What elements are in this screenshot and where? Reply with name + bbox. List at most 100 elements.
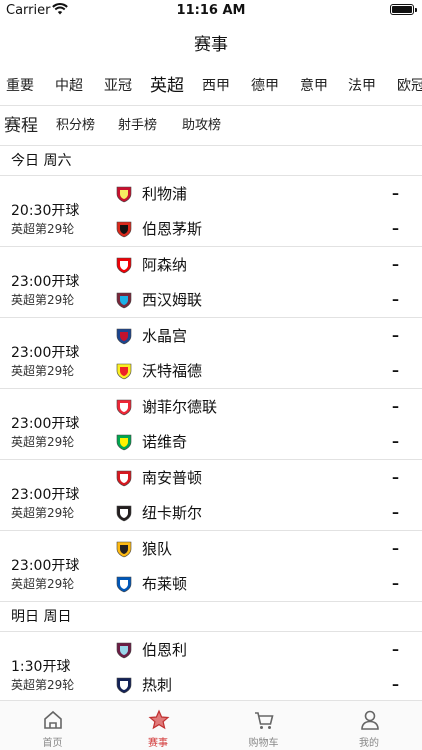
home-team[interactable]: 水晶宫 – <box>115 325 405 347</box>
kickoff-time: 1:30开球 <box>11 659 71 675</box>
tab-profile[interactable]: 我的 <box>317 701 422 750</box>
league-tab-4[interactable]: 西甲 <box>202 66 230 105</box>
league-tab-bar: 重要中超亚冠英超西甲德甲意甲法甲欧冠 <box>0 66 422 106</box>
league-tab-1[interactable]: 中超 <box>55 66 83 105</box>
sub-tab-1[interactable]: 积分榜 <box>56 106 95 146</box>
home-team-name: 谢菲尔德联 <box>142 398 218 416</box>
away-team-name: 伯恩茅斯 <box>142 220 203 238</box>
match-round: 英超第29轮 <box>11 293 75 307</box>
kickoff-time: 23:00开球 <box>11 274 80 290</box>
away-score: – <box>392 576 399 592</box>
away-team[interactable]: 西汉姆联 – <box>115 289 405 311</box>
home-team-crest-icon <box>116 328 132 345</box>
home-team[interactable]: 南安普顿 – <box>115 467 405 489</box>
away-team-crest-icon <box>116 576 132 593</box>
away-score: – <box>392 221 399 237</box>
away-team-crest-icon <box>116 434 132 451</box>
battery-icon <box>390 4 417 15</box>
home-score: – <box>392 186 399 202</box>
bottom-tab-bar: 首页 赛事 购物车 我的 <box>0 700 422 750</box>
home-score: – <box>392 399 399 415</box>
away-team-name: 西汉姆联 <box>142 291 203 309</box>
home-team[interactable]: 伯恩利 – <box>115 639 405 661</box>
home-score: – <box>392 541 399 557</box>
sub-tab-3[interactable]: 助攻榜 <box>182 106 221 146</box>
league-tab-6[interactable]: 意甲 <box>300 66 328 105</box>
status-bar: Carrier 11:16 AM <box>0 0 422 22</box>
match-row[interactable]: 23:00开球 英超第29轮 谢菲尔德联 – 诺维奇 – <box>0 389 422 460</box>
home-team-name: 阿森纳 <box>142 256 188 274</box>
tab-label: 首页 <box>42 738 63 749</box>
away-score: – <box>392 434 399 450</box>
home-team[interactable]: 狼队 – <box>115 538 405 560</box>
away-team-crest-icon <box>116 363 132 380</box>
match-round: 英超第29轮 <box>11 678 75 692</box>
away-team[interactable]: 纽卡斯尔 – <box>115 502 405 524</box>
home-score: – <box>392 328 399 344</box>
league-tab-5[interactable]: 德甲 <box>251 66 279 105</box>
status-time: 11:16 AM <box>176 3 246 18</box>
tab-home[interactable]: 首页 <box>0 701 105 750</box>
match-round: 英超第29轮 <box>11 435 75 449</box>
league-tab-8[interactable]: 欧冠 <box>397 66 422 105</box>
kickoff-time: 20:30开球 <box>11 203 80 219</box>
away-team-crest-icon <box>116 292 132 309</box>
cart-icon <box>255 712 274 729</box>
match-round: 英超第29轮 <box>11 222 75 236</box>
home-team-name: 利物浦 <box>142 185 188 203</box>
away-team-crest-icon <box>116 505 132 522</box>
away-team-name: 热刺 <box>142 676 173 694</box>
kickoff-time: 23:00开球 <box>11 345 80 361</box>
league-tab-2[interactable]: 亚冠 <box>104 66 132 105</box>
match-row[interactable]: 23:00开球 英超第29轮 阿森纳 – 西汉姆联 – <box>0 247 422 318</box>
away-team[interactable]: 布莱顿 – <box>115 573 405 595</box>
sub-tab-2[interactable]: 射手榜 <box>118 106 157 146</box>
away-score: – <box>392 363 399 379</box>
match-row[interactable]: 23:00开球 英超第29轮 南安普顿 – 纽卡斯尔 – <box>0 460 422 531</box>
away-team-name: 布莱顿 <box>142 575 188 593</box>
home-team[interactable]: 谢菲尔德联 – <box>115 396 405 418</box>
home-team-crest-icon <box>116 541 132 558</box>
away-team-crest-icon <box>116 677 132 694</box>
kickoff-time: 23:00开球 <box>11 416 80 432</box>
home-team-crest-icon <box>116 470 132 487</box>
tab-label: 我的 <box>359 738 379 749</box>
sub-tab-0[interactable]: 赛程 <box>4 106 38 146</box>
star-icon <box>148 709 169 730</box>
away-score: – <box>392 505 399 521</box>
away-team[interactable]: 热刺 – <box>115 674 405 696</box>
match-round: 英超第29轮 <box>11 364 75 378</box>
league-tab-0[interactable]: 重要 <box>6 66 34 105</box>
home-team-name: 狼队 <box>142 540 173 558</box>
tab-label: 购物车 <box>248 738 279 749</box>
home-team-crest-icon <box>116 642 132 659</box>
day-header: 今日 周六 <box>0 146 422 176</box>
home-team[interactable]: 利物浦 – <box>115 183 405 205</box>
away-team[interactable]: 伯恩茅斯 – <box>115 218 405 240</box>
match-row[interactable]: 1:30开球 英超第29轮 伯恩利 – 热刺 – <box>0 632 422 703</box>
home-team-name: 南安普顿 <box>142 469 203 487</box>
kickoff-time: 23:00开球 <box>11 558 80 574</box>
home-score: – <box>392 470 399 486</box>
home-team-crest-icon <box>116 186 132 203</box>
page-title: 赛事 <box>194 35 228 55</box>
match-row[interactable]: 23:00开球 英超第29轮 水晶宫 – 沃特福德 – <box>0 318 422 389</box>
away-team-name: 诺维奇 <box>142 433 188 451</box>
home-team-crest-icon <box>116 399 132 416</box>
home-team[interactable]: 阿森纳 – <box>115 254 405 276</box>
tab-cart[interactable]: 购物车 <box>211 701 316 750</box>
home-team-crest-icon <box>116 257 132 274</box>
away-team[interactable]: 沃特福德 – <box>115 360 405 382</box>
match-row[interactable]: 20:30开球 英超第29轮 利物浦 – 伯恩茅斯 – <box>0 176 422 247</box>
league-tab-7[interactable]: 法甲 <box>348 66 376 105</box>
league-tab-3[interactable]: 英超 <box>150 66 184 105</box>
match-row[interactable]: 23:00开球 英超第29轮 狼队 – 布莱顿 – <box>0 531 422 602</box>
tab-star[interactable]: 赛事 <box>106 701 211 750</box>
home-score: – <box>392 257 399 273</box>
home-team-name: 水晶宫 <box>142 327 188 345</box>
away-team[interactable]: 诺维奇 – <box>115 431 405 453</box>
away-team-crest-icon <box>116 221 132 238</box>
home-score: – <box>392 642 399 658</box>
away-score: – <box>392 677 399 693</box>
away-team-name: 纽卡斯尔 <box>142 504 203 522</box>
